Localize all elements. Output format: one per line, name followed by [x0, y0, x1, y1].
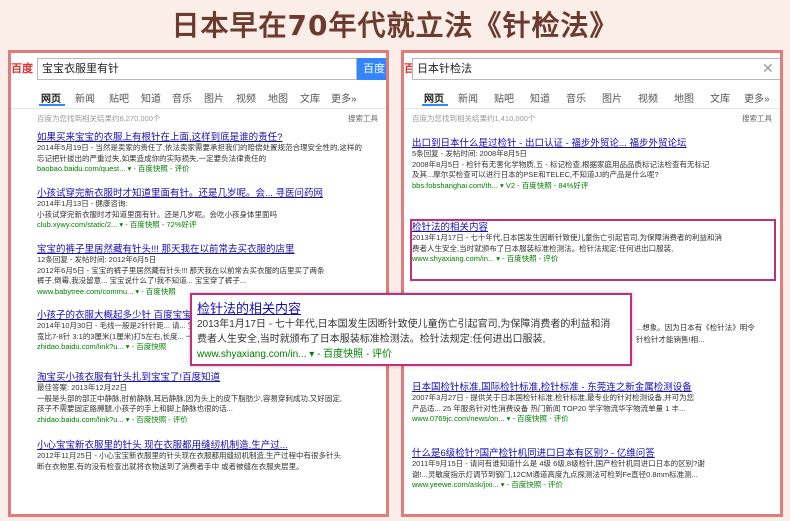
- tabs-divider: [11, 108, 386, 109]
- tab-tieba[interactable]: 贴吧: [494, 90, 514, 105]
- result-snippet: 2014年1月13日 - 健康咨询:: [37, 199, 128, 208]
- result-snippet: 针检针才能销售!相...: [636, 335, 705, 344]
- result-url[interactable]: baobao.baidu.com/quest... ▾ - 百度快照 - 评价: [37, 164, 380, 175]
- tab-zhidao[interactable]: 知道: [530, 90, 550, 105]
- tab-news[interactable]: 新闻: [75, 90, 95, 105]
- highlighted-result-frame: [410, 219, 776, 281]
- tab-web[interactable]: 网页: [41, 90, 61, 105]
- result-snippet: 孩子不需要固定胳膊腿,小孩子的手上和脚上静脉也很的话...: [37, 404, 233, 413]
- tab-web[interactable]: 网页: [424, 90, 444, 105]
- result-title-link[interactable]: 如果买来宝宝的衣服上有根针在上面,这样到底是谁的责任?: [37, 129, 380, 143]
- result-snippet: 小孩试穿完新衣服时才知道里面有针。还是几岁呢。会吃小孩身体里面吗: [37, 209, 277, 219]
- result-url[interactable]: club.xywy.com/static/2... ▾ - 百度快照 - 72%…: [37, 220, 380, 231]
- tab-video[interactable]: 视频: [236, 90, 256, 105]
- result-count: 百度为您找到相关结果约8,270,000个: [37, 114, 161, 123]
- callout-snippet: 费者人生安全,当时就颁布了日本服装标准检测法。检针法规定:任何进出口服装,: [197, 334, 546, 345]
- right-search-input[interactable]: 日本针检法: [412, 58, 780, 80]
- result-snippet: 12条回复 - 发帖时间: 2012年6月5日: [37, 255, 157, 264]
- tab-images[interactable]: 图片: [602, 90, 622, 105]
- result-snippet: 2012年6月5日 - 宝宝的裤子里居然藏有针头!!! 那天我在以前常去买衣服的…: [37, 265, 325, 275]
- tab-zhidao[interactable]: 知道: [141, 90, 161, 105]
- result-snippet: 2008年8月5日 - 检针有无害化学物质,五 - 标记检查,根据家庭用品品质标…: [412, 159, 710, 169]
- result-count: 百度为您找到相关结果约1,410,000个: [412, 114, 536, 123]
- result-item: 日本国检针标准,国际检针标准,检针标准 - 东莞连之新金属检测设备 2007年3…: [412, 379, 774, 425]
- result-url[interactable]: zhidao.baidu.com/link?u... ▾ - 百度快照 - 评价: [37, 415, 380, 426]
- callout-snippet: 2013年1月17日 - 七十年代,日本国发生因断针致使儿童伤亡引起官司,为保障…: [197, 319, 611, 330]
- result-item: 宝宝的裤子里居然藏有针头!!! 那天我在以前常去买衣服的店里 12条回复 - 发…: [37, 241, 380, 297]
- result-snippet: 及其...摩尔买检查可以进行日本的PSE和TELEC,不知道JJ的产品是什么呢?: [412, 170, 659, 179]
- result-item: 小心宝宝新衣服里的针头 现在衣服都用缝纫机制造,生产过... 2012年11月2…: [37, 437, 380, 472]
- tab-images[interactable]: 图片: [204, 90, 224, 105]
- result-snippet: ...想象。因为日本有《检针法》明令: [636, 323, 755, 332]
- tab-maps[interactable]: 地图: [268, 90, 288, 105]
- right-tabs: 网页 新闻 贴吧 知道 音乐 图片 视频 地图 文库 更多»: [404, 87, 780, 107]
- tab-tieba[interactable]: 贴吧: [109, 90, 129, 105]
- result-title-link[interactable]: 宝宝的裤子里居然藏有针头!!! 那天我在以前常去买衣服的店里: [37, 241, 380, 255]
- result-snippet: 裤子,倒霉,我没留意... 宝宝说什么了!我不知道... 宝宝穿了裤子...: [37, 276, 247, 285]
- left-search-bar: 百度 宝宝衣服里有针 百度一: [11, 58, 386, 97]
- left-search-panel: 百度 宝宝衣服里有针 百度一 网页 新闻 贴吧 知道 音乐 图片 视频 地图 文…: [8, 50, 389, 517]
- tab-more[interactable]: 更多»: [744, 90, 770, 105]
- result-snippet: 2007年3月27日 - 提供关于日本国检针标准,检针标准,最专业的针对检测设备…: [412, 393, 695, 402]
- active-tab-indicator: [39, 104, 65, 106]
- baidu-logo: 百度: [11, 63, 33, 75]
- left-search-button[interactable]: 百度一: [357, 58, 386, 97]
- result-item: 出口到日本什么是过检针 - 出口认证 - 福步外贸论... 福步外贸论坛 5条回…: [412, 135, 774, 191]
- callout-url[interactable]: www.shyaxiang.com/in... ▾ - 百度快照 - 评价: [197, 347, 625, 362]
- search-tools-link[interactable]: 搜索工具: [742, 113, 772, 124]
- result-title-link[interactable]: 日本国检针标准,国际检针标准,检针标准 - 东莞连之新金属检测设备: [412, 379, 774, 393]
- active-tab-indicator: [422, 104, 448, 106]
- result-snippet: 断在衣物里,有的没有检查出就将衣物送到了消费者手中 或者被缝在衣服夹层里。: [37, 461, 304, 471]
- tab-wenku[interactable]: 文库: [300, 90, 320, 105]
- tab-more[interactable]: 更多»: [331, 90, 357, 105]
- result-item: 小孩试穿完新衣服时才知道里面有针。还是几岁呢。会... 寻医问药网 2014年1…: [37, 185, 380, 231]
- tabs-divider: [404, 108, 780, 109]
- tab-video[interactable]: 视频: [638, 90, 658, 105]
- search-tools-link[interactable]: 搜索工具: [348, 113, 378, 124]
- tab-maps[interactable]: 地图: [674, 90, 694, 105]
- result-snippet: 忘记把针拔出的严重过失,如果造成你的实际损失,一定要负法律责任的: [37, 153, 267, 163]
- right-search-bar: 百度 日本针检法 ✕: [404, 58, 780, 80]
- callout-title-link[interactable]: 检针法的相关内容: [197, 298, 625, 317]
- result-item: 淘宝买小孩衣服有针头扎到宝宝了!百度知道 最佳答案: 2013年12月22日 一…: [37, 369, 380, 425]
- result-snippet: 最佳答案: 2013年12月22日: [37, 383, 128, 392]
- result-snippet: 2014年5月19日 - 当然是卖家的责任了,依法卖家需要承担我们的赔偿处置规范…: [37, 143, 363, 152]
- result-url[interactable]: bbs.fobshanghai.com/th... ▾ V2 - 百度快照 - …: [412, 181, 774, 192]
- result-snippet: 2011年9月15日 - 请问有谁知道什么是 4级 6级,8级检针,国产检针机同…: [412, 459, 705, 468]
- result-item: 什么是6级检针?国产检针机同进口日本有区别? - 亿维问答 2011年9月15日…: [412, 445, 774, 491]
- result-title-link[interactable]: 什么是6级检针?国产检针机同进口日本有区别? - 亿维问答: [412, 445, 774, 459]
- tab-news[interactable]: 新闻: [458, 90, 478, 105]
- result-title-link[interactable]: 出口到日本什么是过检针 - 出口认证 - 福步外贸论... 福步外贸论坛: [412, 135, 774, 149]
- result-title-link[interactable]: 小孩试穿完新衣服时才知道里面有针。还是几岁呢。会... 寻医问药网: [37, 185, 380, 199]
- zoomed-result-callout: 检针法的相关内容 2013年1月17日 - 七十年代,日本国发生因断针致使儿童伤…: [190, 293, 632, 366]
- tab-wenku[interactable]: 文库: [710, 90, 730, 105]
- result-snippet: 2012年11月25日 - 小心宝宝新衣服里的针头现在衣服都用缝纫机制造,生产过…: [37, 451, 342, 460]
- right-search-panel: 百度 日本针检法 ✕ 网页 新闻 贴吧 知道 音乐 图片 视频 地图 文库 更多…: [401, 50, 783, 517]
- result-snippet: 产品适... 25 年服务针对性消费设备 热门新闻 TOP20 学字物流华字物流…: [412, 403, 686, 413]
- result-title-link[interactable]: 淘宝买小孩衣服有针头扎到宝宝了!百度知道: [37, 369, 380, 383]
- result-snippet: 5条回复 - 发帖时间: 2008年8月5日: [412, 149, 528, 158]
- left-search-input[interactable]: 宝宝衣服里有针: [37, 58, 357, 80]
- result-url[interactable]: www.0769jc.com/news/on... ▾ - 百度快照 - 评价: [412, 414, 774, 425]
- page-headline: 日本早在70年代就立法《针检法》: [171, 9, 619, 42]
- result-url[interactable]: www.yeewe.com/ask/jixi... ▾ - 百度快照 - 评价: [412, 480, 774, 491]
- tab-music[interactable]: 音乐: [172, 90, 192, 105]
- result-item: 如果买来宝宝的衣服上有根针在上面,这样到底是谁的责任? 2014年5月19日 -…: [37, 129, 380, 175]
- result-snippet: 谢!...灵敏度指示灯调节到钢门,12CM通道高度九点探测法可检到Fe直径0.8…: [412, 469, 698, 479]
- tab-music[interactable]: 音乐: [566, 90, 586, 105]
- result-snippet: 一般是头部的部正中静脉,肘前静脉,耳后静脉,因为头上的皮下脂肪少,容易穿刺成功,…: [37, 393, 343, 403]
- clear-icon[interactable]: ✕: [762, 58, 774, 78]
- result-title-link[interactable]: 小心宝宝新衣服里的针头 现在衣服都用缝纫机制造,生产过...: [37, 437, 380, 451]
- left-tabs: 网页 新闻 贴吧 知道 音乐 图片 视频 地图 文库 更多»: [11, 87, 386, 107]
